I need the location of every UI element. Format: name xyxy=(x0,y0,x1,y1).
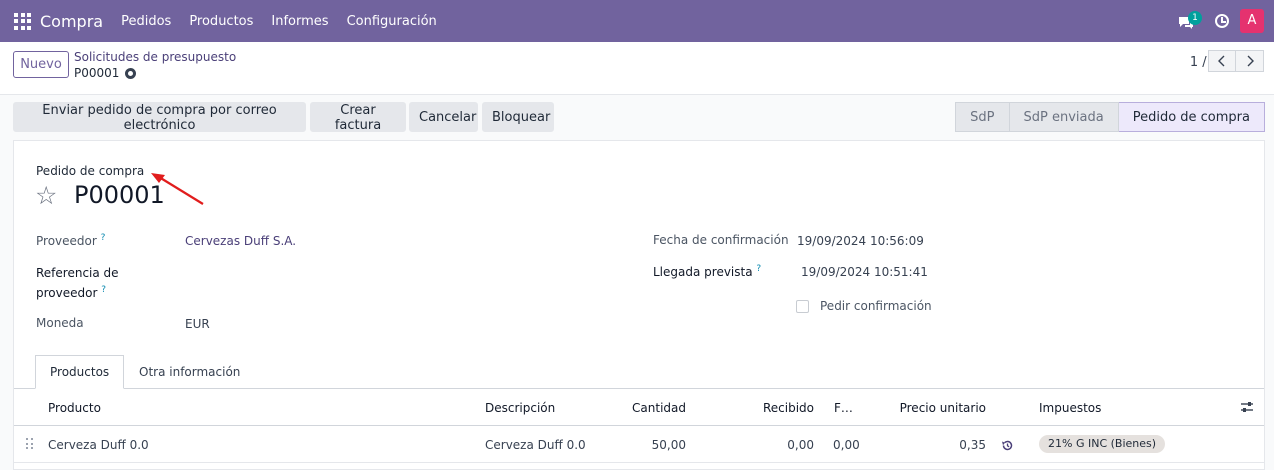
currency-field[interactable]: EUR xyxy=(185,317,210,331)
confirmation-date-label: Fecha de confirmación xyxy=(653,233,789,247)
breadcrumb-parent-link[interactable]: Solicitudes de presupuesto xyxy=(74,50,236,64)
ask-confirmation-checkbox[interactable] xyxy=(796,300,809,313)
column-header-impuestos[interactable]: Impuestos xyxy=(1039,401,1101,415)
activity-clock-icon[interactable] xyxy=(1215,14,1229,28)
vendor-field[interactable]: Cervezas Duff S.A. xyxy=(185,234,296,248)
app-title[interactable]: Compra xyxy=(40,12,103,31)
column-header-cantidad[interactable]: Cantidad xyxy=(614,401,686,415)
chat-count-badge: 1 xyxy=(1188,11,1202,25)
column-header-recibido[interactable]: Recibido xyxy=(734,401,814,415)
status-sdp[interactable]: SdP xyxy=(955,102,1010,132)
pager-next-button[interactable] xyxy=(1236,50,1264,72)
main-menu: Pedidos Productos Informes Configuración xyxy=(113,14,447,29)
vendor-label: Proveedor ? xyxy=(36,233,106,248)
tax-badge[interactable]: 21% G INC (Bienes) xyxy=(1039,435,1166,453)
currency-label: Moneda xyxy=(36,316,84,330)
chevron-right-icon xyxy=(1247,55,1254,67)
ask-confirmation-label: Pedir confirmación xyxy=(820,299,932,313)
notebook-tabs: Productos Otra información xyxy=(14,355,1264,389)
vendor-reference-label-line2: proveedor ? xyxy=(36,285,106,300)
column-header-facturado[interactable]: F… xyxy=(834,401,853,415)
cell-unit-price[interactable]: 0,35 xyxy=(874,438,986,452)
create-invoice-button[interactable]: Crear factura xyxy=(310,102,406,133)
lock-button[interactable]: Bloquear xyxy=(482,102,554,132)
pager-previous-button[interactable] xyxy=(1208,50,1236,72)
systray: 1 A xyxy=(1177,9,1264,33)
breadcrumb-current-label: P00001 xyxy=(74,66,120,80)
gear-icon[interactable] xyxy=(125,67,137,79)
status-sdp-enviada[interactable]: SdP enviada xyxy=(1009,102,1119,132)
user-avatar[interactable]: A xyxy=(1240,9,1264,33)
cell-billed: 0,00 xyxy=(833,438,860,452)
cell-received[interactable]: 0,00 xyxy=(734,438,814,452)
new-button[interactable]: Nuevo xyxy=(13,51,69,78)
chevron-left-icon xyxy=(1218,55,1225,67)
pager-buttons xyxy=(1208,50,1264,72)
messaging-button[interactable]: 1 xyxy=(1177,10,1202,32)
top-navbar: Compra Pedidos Productos Informes Config… xyxy=(0,0,1274,42)
status-pedido-de-compra[interactable]: Pedido de compra xyxy=(1118,102,1265,132)
menu-item-informes[interactable]: Informes xyxy=(271,14,328,29)
priority-star-icon[interactable]: ☆ xyxy=(35,181,57,210)
form-type-label: Pedido de compra xyxy=(36,164,145,178)
confirmation-date-field[interactable]: 19/09/2024 10:56:09 xyxy=(797,234,924,248)
form-action-bar: Enviar pedido de compra por correo elect… xyxy=(0,95,1274,140)
control-panel: Nuevo Solicitudes de presupuesto P00001 … xyxy=(0,42,1274,95)
tab-productos[interactable]: Productos xyxy=(35,355,125,389)
menu-item-pedidos[interactable]: Pedidos xyxy=(121,14,171,29)
breadcrumb-current: P00001 xyxy=(74,66,137,80)
vendor-reference-label-line1: Referencia de xyxy=(36,266,119,280)
cell-product[interactable]: Cerveza Duff 0.0 xyxy=(48,438,149,452)
form-sheet: Pedido de compra ☆ P00001 Proveedor ? Ce… xyxy=(13,140,1265,470)
column-header-descripcion[interactable]: Descripción xyxy=(485,401,555,415)
price-history-icon[interactable] xyxy=(1001,439,1014,452)
send-email-button[interactable]: Enviar pedido de compra por correo elect… xyxy=(13,102,306,133)
status-bar: SdP SdP enviada Pedido de compra xyxy=(955,102,1265,132)
table-row[interactable]: Cerveza Duff 0.0 Cerveza Duff 0.0 50,00 … xyxy=(14,427,1264,463)
order-lines-header: Producto Descripción Cantidad Recibido F… xyxy=(14,390,1264,426)
expected-arrival-label: Llegada prevista ? xyxy=(653,264,762,279)
cell-quantity[interactable]: 50,00 xyxy=(614,438,686,452)
column-header-producto[interactable]: Producto xyxy=(48,401,101,415)
optional-columns-icon[interactable] xyxy=(1240,401,1254,413)
column-header-precio-unitario[interactable]: Precio unitario xyxy=(874,401,986,415)
cancel-button[interactable]: Cancelar xyxy=(409,102,478,132)
menu-item-productos[interactable]: Productos xyxy=(189,14,253,29)
drag-handle-icon[interactable] xyxy=(26,438,34,450)
expected-arrival-field[interactable]: 19/09/2024 10:51:41 xyxy=(801,265,928,279)
apps-menu-icon[interactable] xyxy=(14,12,31,30)
menu-item-configuracion[interactable]: Configuración xyxy=(347,14,437,29)
tab-otra-informacion[interactable]: Otra información xyxy=(125,355,254,389)
cell-description[interactable]: Cerveza Duff 0.0 xyxy=(485,438,586,452)
purchase-order-name: P00001 xyxy=(74,181,165,209)
